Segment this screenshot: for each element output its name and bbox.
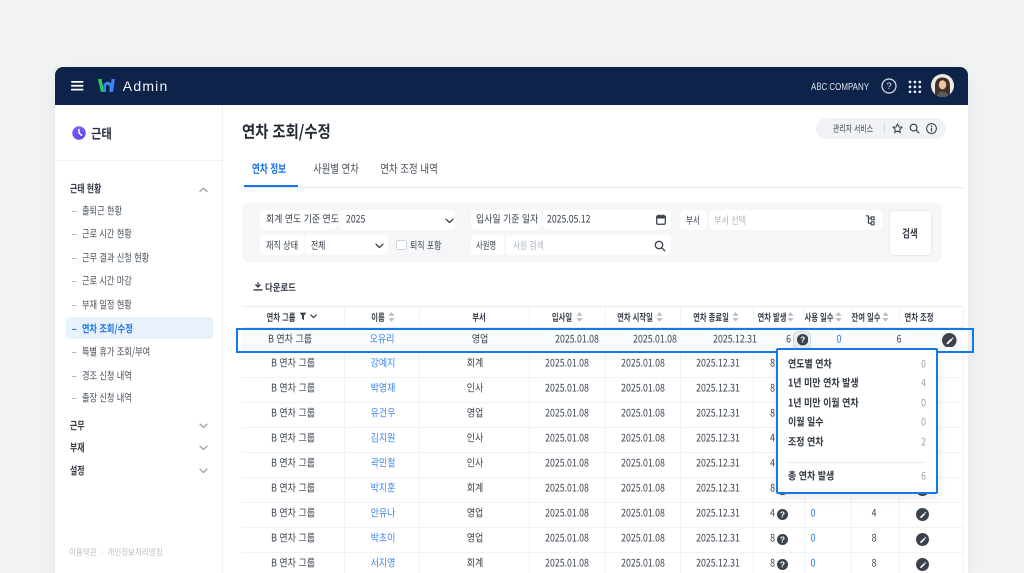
svg-text:?: ? <box>780 509 785 519</box>
svg-text:?: ? <box>800 335 805 345</box>
svg-text:?: ? <box>780 559 785 569</box>
svg-text:?: ? <box>886 81 891 92</box>
svg-text:?: ? <box>780 534 785 544</box>
